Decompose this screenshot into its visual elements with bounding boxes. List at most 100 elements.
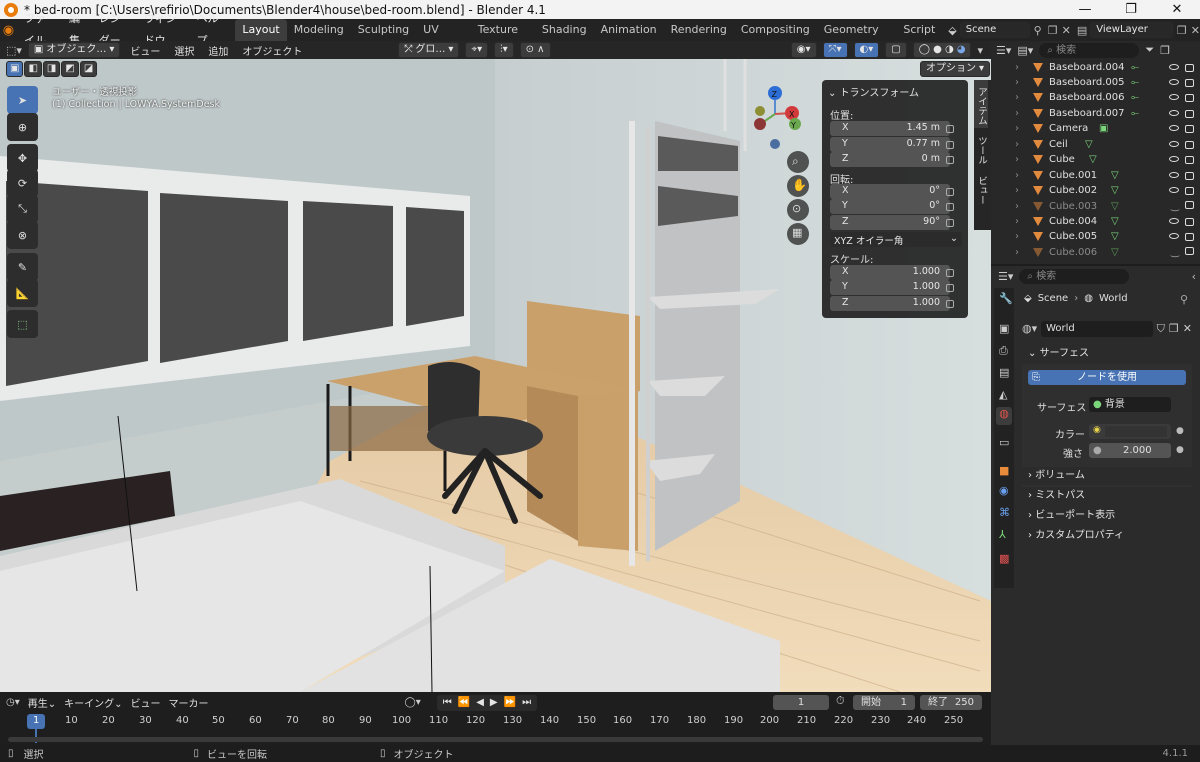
snap-toggle[interactable]: ⫶▾ (494, 42, 514, 58)
tab-geometry-nodes[interactable]: Geometry Nodes (817, 19, 897, 58)
render-camera-icon[interactable] (1185, 171, 1194, 180)
expand-arrow-icon[interactable]: › (1015, 108, 1033, 119)
clock-editor-icon[interactable]: ◷▾ (6, 697, 20, 708)
pin-icon[interactable]: ⚲ (1180, 293, 1188, 306)
pivot-selector[interactable]: ⌖▾ (465, 42, 489, 58)
eye-icon[interactable] (1169, 63, 1179, 70)
list-item[interactable]: › Camera ▣ (1015, 121, 1200, 136)
menu-object[interactable]: オブジェクト (238, 43, 306, 58)
tab-compositing[interactable]: Compositing (734, 19, 817, 41)
volume-panel-header[interactable]: › ボリューム (1022, 467, 1192, 485)
duplicate-icon[interactable]: ❐ (1169, 322, 1179, 335)
list-item[interactable]: › Cube ▽ (1015, 152, 1200, 167)
rotation-x-field[interactable]: X 0° (830, 184, 950, 199)
current-frame-field[interactable]: 1 (773, 695, 829, 710)
lock-icon[interactable] (946, 156, 954, 164)
scale-tool[interactable]: ⤡ (7, 195, 38, 223)
perspective-grid-icon[interactable]: ▦ (792, 226, 802, 239)
scene-tab-icon[interactable]: ◭ (999, 388, 1007, 401)
transform-orientation-selector[interactable]: ⤱ グロ… ▾ (398, 42, 460, 58)
expand-arrow-icon[interactable]: › (1015, 154, 1033, 165)
tab-script[interactable]: Script (896, 19, 942, 41)
location-y-field[interactable]: Y 0.77 m (830, 137, 950, 152)
color-swatch[interactable] (1105, 426, 1167, 437)
lock-icon[interactable] (946, 188, 954, 196)
pin-icon[interactable]: ⚲ (1034, 24, 1042, 37)
custom-properties-panel-header[interactable]: › カスタムプロパティ (1022, 527, 1192, 545)
outliner-search-input[interactable]: ⌕ 検索 (1039, 42, 1140, 58)
eye-icon[interactable] (1169, 186, 1179, 193)
stopwatch-icon[interactable]: ⏱ (836, 694, 845, 708)
rotation-z-field[interactable]: Z 90° (830, 215, 950, 230)
tab-animation[interactable]: Animation (594, 19, 664, 41)
tab-layout[interactable]: Layout (235, 19, 287, 41)
fake-user-shield-icon[interactable]: ⛉ (1157, 322, 1165, 336)
expand-arrow-icon[interactable]: › (1015, 123, 1033, 134)
list-item[interactable]: › Baseboard.005 ⟜ (1015, 75, 1200, 90)
rotation-mode-dropdown[interactable]: XYZ オイラー角 ⌄ (830, 232, 962, 247)
expand-arrow-icon[interactable]: › (1015, 247, 1033, 258)
lock-icon[interactable] (946, 125, 954, 133)
display-mode-icon[interactable]: ▤▾ (1017, 44, 1033, 57)
visibility-selector[interactable]: ◉▾ (790, 42, 817, 58)
jump-start-icon[interactable]: ⏮ (443, 696, 452, 710)
render-camera-icon[interactable] (1185, 109, 1194, 118)
render-camera-icon[interactable] (1185, 124, 1194, 133)
rotation-y-field[interactable]: Y 0° (830, 199, 950, 214)
tab-texture-paint[interactable]: Texture Paint (471, 19, 535, 58)
expand-arrow-icon[interactable]: › (1015, 201, 1033, 212)
lock-icon[interactable] (946, 219, 954, 227)
view-layer-remove-icon[interactable]: ✕ (1191, 24, 1200, 37)
properties-editor-icon[interactable]: ☰▾ (998, 270, 1013, 283)
world-browse-icon[interactable]: ◍▾ (1022, 322, 1037, 335)
render-camera-icon[interactable] (1185, 78, 1194, 87)
eye-closed-icon[interactable]: ‿ (1171, 247, 1179, 258)
tab-uv-editing[interactable]: UV Editing (416, 19, 471, 58)
close-button[interactable]: ✕ (1154, 0, 1200, 19)
list-item[interactable]: › Baseboard.007 ⟜ (1015, 106, 1200, 121)
eye-icon[interactable] (1169, 217, 1179, 224)
list-item[interactable]: › Cube.004 ▽ (1015, 214, 1200, 229)
texture-tab-icon[interactable]: ▩ (999, 552, 1009, 565)
remove-icon[interactable]: ✕ (1062, 24, 1071, 37)
minimize-button[interactable]: — (1062, 0, 1108, 19)
options-dropdown[interactable]: オプション ▾ (920, 61, 991, 77)
eye-icon[interactable] (1169, 93, 1179, 100)
expand-arrow-icon[interactable]: › (1015, 216, 1033, 227)
use-nodes-button[interactable]: ⎘ ノードを使用 (1028, 370, 1186, 385)
expand-arrow-icon[interactable]: › (1015, 170, 1033, 181)
cursor-tool[interactable]: ⊕ (7, 113, 38, 141)
collapse-arrow-icon[interactable]: ‹ (1192, 270, 1196, 283)
keyframe-dot-icon[interactable]: ● (1176, 426, 1184, 436)
list-item[interactable]: › Cube.001 ▽ (1015, 168, 1200, 183)
outliner-editor-icon[interactable]: ☰▾ (996, 44, 1011, 57)
play-reverse-icon[interactable]: ◀ (476, 696, 484, 710)
tab-shading[interactable]: Shading (535, 19, 594, 41)
tab-rendering[interactable]: Rendering (664, 19, 734, 41)
menu-playback[interactable]: 再生⌄ (28, 695, 56, 710)
scale-x-field[interactable]: X 1.000 (830, 265, 950, 280)
add-cube-tool[interactable]: ⬚ (7, 310, 38, 338)
tab-sculpting[interactable]: Sculpting (351, 19, 416, 41)
list-item[interactable]: › Cube.003 ▽ ‿ (1015, 199, 1200, 214)
select-invert-icon[interactable]: ◩ (61, 61, 79, 77)
view-layer-copy-icon[interactable]: ❐ (1177, 24, 1187, 37)
lock-icon[interactable] (946, 141, 954, 149)
tool-tab-icon[interactable]: 🔧 (999, 292, 1013, 305)
lock-icon[interactable] (946, 300, 954, 308)
transform-panel-header[interactable]: ⌄ トランスフォーム (828, 84, 919, 99)
expand-arrow-icon[interactable]: › (1015, 77, 1033, 88)
output-tab-icon[interactable]: ⎙ (999, 344, 1008, 358)
eye-closed-icon[interactable]: ‿ (1171, 201, 1179, 212)
mode-selector[interactable]: ▣ オブジェク… ▾ (27, 42, 121, 58)
strength-field[interactable]: ● 2.000 (1089, 443, 1171, 458)
transform-tool[interactable]: ⊗ (7, 221, 38, 249)
overlay-toggle[interactable]: ◐▾ (853, 42, 880, 58)
eye-icon[interactable] (1169, 78, 1179, 85)
copy-icon[interactable]: ❐ (1048, 24, 1058, 37)
location-z-field[interactable]: Z 0 m (830, 152, 950, 167)
xray-toggle[interactable]: ▢ (885, 42, 907, 58)
measure-tool[interactable]: 📐 (7, 279, 38, 307)
list-item[interactable]: › Baseboard.006 ⟜ (1015, 90, 1200, 105)
select-box-tool[interactable]: ➤ (7, 86, 38, 114)
